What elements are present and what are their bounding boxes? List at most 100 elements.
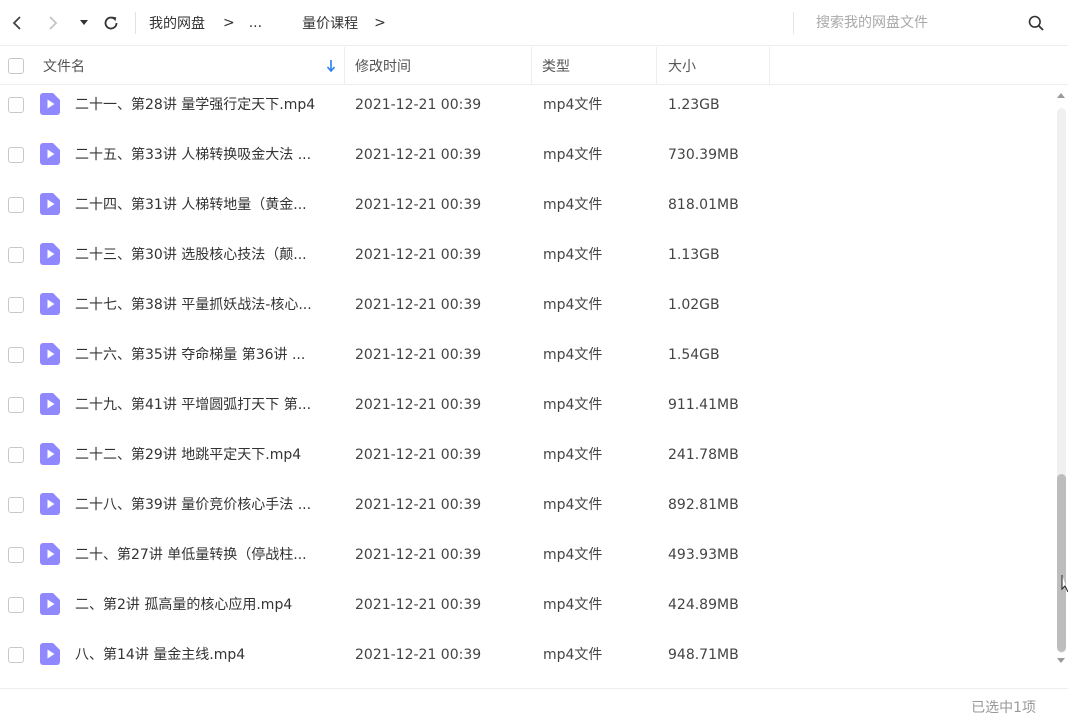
file-size: 818.01MB — [668, 197, 739, 213]
file-size: 1.02GB — [668, 297, 720, 313]
column-divider[interactable] — [656, 47, 657, 85]
nav-divider — [135, 12, 136, 34]
file-modified-time: 2021-12-21 00:39 — [355, 347, 482, 363]
scroll-down-arrow-icon[interactable] — [1056, 656, 1066, 666]
breadcrumb-separator[interactable]: > — [374, 15, 386, 31]
file-name[interactable]: 二十、第27讲 单低量转换（停战柱... — [75, 536, 307, 574]
row-checkbox[interactable] — [8, 497, 24, 513]
select-all-checkbox-wrap — [8, 58, 24, 74]
back-button[interactable] — [4, 8, 30, 38]
file-row[interactable]: 二十七、第38讲 平量抓妖战法-核心... 2021-12-21 00:39 mp4… — [0, 286, 1052, 336]
column-header-modified[interactable]: 修改时间 — [355, 47, 411, 85]
file-size: 1.23GB — [668, 97, 720, 113]
file-row[interactable]: 二十、第27讲 单低量转换（停战柱... 2021-12-21 00:39 mp4文… — [0, 536, 1052, 586]
scroll-up-arrow-icon[interactable] — [1056, 90, 1066, 100]
file-row[interactable]: 二十三、第30讲 选股核心技法（颠... 2021-12-21 00:39 mp4文… — [0, 236, 1052, 286]
file-type: mp4文件 — [543, 97, 603, 113]
column-header-size[interactable]: 大小 — [668, 47, 696, 85]
forward-button[interactable] — [40, 8, 66, 38]
file-type: mp4文件 — [543, 647, 603, 663]
status-bar: 已选中1项 — [0, 688, 1068, 722]
file-row[interactable]: 二十八、第39讲 量价竞价核心手法 ... 2021-12-21 00:39 mp4… — [0, 486, 1052, 536]
column-divider[interactable] — [344, 47, 345, 85]
select-all-checkbox[interactable] — [8, 58, 24, 74]
file-modified-time: 2021-12-21 00:39 — [355, 397, 482, 413]
column-header-name[interactable]: 文件名 — [43, 47, 343, 85]
file-size: 730.39MB — [668, 147, 739, 163]
search-input[interactable] — [816, 10, 1016, 36]
column-type-label: 类型 — [542, 59, 570, 75]
breadcrumb-current[interactable]: 量价课程 — [302, 13, 358, 33]
file-row[interactable]: 二十四、第31讲 人梯转地量（黄金... 2021-12-21 00:39 mp4文… — [0, 186, 1052, 236]
row-checkbox[interactable] — [8, 397, 24, 413]
file-modified-time: 2021-12-21 00:39 — [355, 247, 482, 263]
search-button[interactable] — [1024, 12, 1048, 34]
file-modified-time: 2021-12-21 00:39 — [355, 647, 482, 663]
row-checkbox[interactable] — [8, 447, 24, 463]
file-row[interactable]: 二、第2讲 孤高量的核心应用.mp4 2021-12-21 00:39 mp4文件 4… — [0, 586, 1052, 636]
column-divider[interactable] — [531, 47, 532, 85]
file-name[interactable]: 二十六、第35讲 夺命梯量 第36讲 ... — [75, 336, 305, 374]
file-row[interactable]: 八、第14讲 量金主线.mp4 2021-12-21 00:39 mp4文件 948.… — [0, 636, 1052, 686]
sort-down-arrow-icon[interactable] — [325, 59, 337, 73]
video-file-icon — [40, 193, 60, 215]
column-divider[interactable] — [769, 47, 770, 85]
file-name[interactable]: 二十七、第38讲 平量抓妖战法-核心... — [75, 286, 312, 324]
file-name[interactable]: 二十五、第33讲 人梯转换吸金大法 ... — [75, 136, 311, 174]
video-file-icon — [40, 493, 60, 515]
video-file-icon — [40, 93, 60, 115]
video-file-icon — [40, 393, 60, 415]
file-name[interactable]: 八、第14讲 量金主线.mp4 — [75, 636, 245, 674]
file-modified-time: 2021-12-21 00:39 — [355, 547, 482, 563]
scroll-thumb[interactable] — [1057, 474, 1066, 652]
mouse-cursor-icon — [1061, 575, 1068, 593]
file-modified-time: 2021-12-21 00:39 — [355, 297, 482, 313]
file-row[interactable]: 二十一、第28讲 量学强行定天下.mp4 2021-12-21 00:39 mp4文… — [0, 86, 1052, 136]
file-type: mp4文件 — [543, 447, 603, 463]
breadcrumb-ellipsis[interactable]: ... — [249, 15, 262, 31]
file-name[interactable]: 二十三、第30讲 选股核心技法（颠... — [75, 236, 307, 274]
chevron-right-icon — [49, 16, 58, 30]
file-name[interactable]: 二十一、第28讲 量学强行定天下.mp4 — [75, 86, 315, 124]
row-checkbox[interactable] — [8, 247, 24, 263]
top-toolbar: 我的网盘 > ... 量价课程 > — [0, 0, 1068, 46]
file-name[interactable]: 二十八、第39讲 量价竞价核心手法 ... — [75, 486, 311, 524]
history-dropdown-button[interactable] — [76, 8, 92, 38]
file-name[interactable]: 二十四、第31讲 人梯转地量（黄金... — [75, 186, 307, 224]
row-checkbox[interactable] — [8, 97, 24, 113]
file-modified-time: 2021-12-21 00:39 — [355, 97, 482, 113]
file-name[interactable]: 二、第2讲 孤高量的核心应用.mp4 — [75, 586, 292, 624]
row-checkbox[interactable] — [8, 647, 24, 663]
column-header-type[interactable]: 类型 — [542, 47, 570, 85]
breadcrumb-root[interactable]: 我的网盘 — [149, 13, 205, 33]
file-modified-time: 2021-12-21 00:39 — [355, 147, 482, 163]
file-row[interactable]: 二十六、第35讲 夺命梯量 第36讲 ... 2021-12-21 00:39 mp… — [0, 336, 1052, 386]
video-file-icon — [40, 643, 60, 665]
file-size: 493.93MB — [668, 547, 739, 563]
file-size: 1.13GB — [668, 247, 720, 263]
video-file-icon — [40, 293, 60, 315]
file-size: 1.54GB — [668, 347, 720, 363]
video-file-icon — [40, 243, 60, 265]
file-name[interactable]: 二十九、第41讲 平增圆弧打天下 第... — [75, 386, 311, 424]
file-modified-time: 2021-12-21 00:39 — [355, 497, 482, 513]
file-name[interactable]: 二十二、第29讲 地跳平定天下.mp4 — [75, 436, 301, 474]
vertical-scrollbar[interactable] — [1054, 86, 1068, 686]
row-checkbox[interactable] — [8, 147, 24, 163]
row-checkbox[interactable] — [8, 297, 24, 313]
file-type: mp4文件 — [543, 197, 603, 213]
video-file-icon — [40, 543, 60, 565]
refresh-icon — [104, 16, 118, 30]
file-row[interactable]: 二十九、第41讲 平增圆弧打天下 第... 2021-12-21 00:39 mp4… — [0, 386, 1052, 436]
file-type: mp4文件 — [543, 147, 603, 163]
file-list-header: 文件名 修改时间 类型 大小 — [0, 47, 1068, 85]
file-row[interactable]: 二十五、第33讲 人梯转换吸金大法 ... 2021-12-21 00:39 mp4… — [0, 136, 1052, 186]
file-row[interactable]: 二十二、第29讲 地跳平定天下.mp4 2021-12-21 00:39 mp4文件… — [0, 436, 1052, 486]
file-type: mp4文件 — [543, 297, 603, 313]
row-checkbox[interactable] — [8, 597, 24, 613]
row-checkbox[interactable] — [8, 347, 24, 363]
file-modified-time: 2021-12-21 00:39 — [355, 447, 482, 463]
row-checkbox[interactable] — [8, 547, 24, 563]
row-checkbox[interactable] — [8, 197, 24, 213]
refresh-button[interactable] — [98, 8, 124, 38]
